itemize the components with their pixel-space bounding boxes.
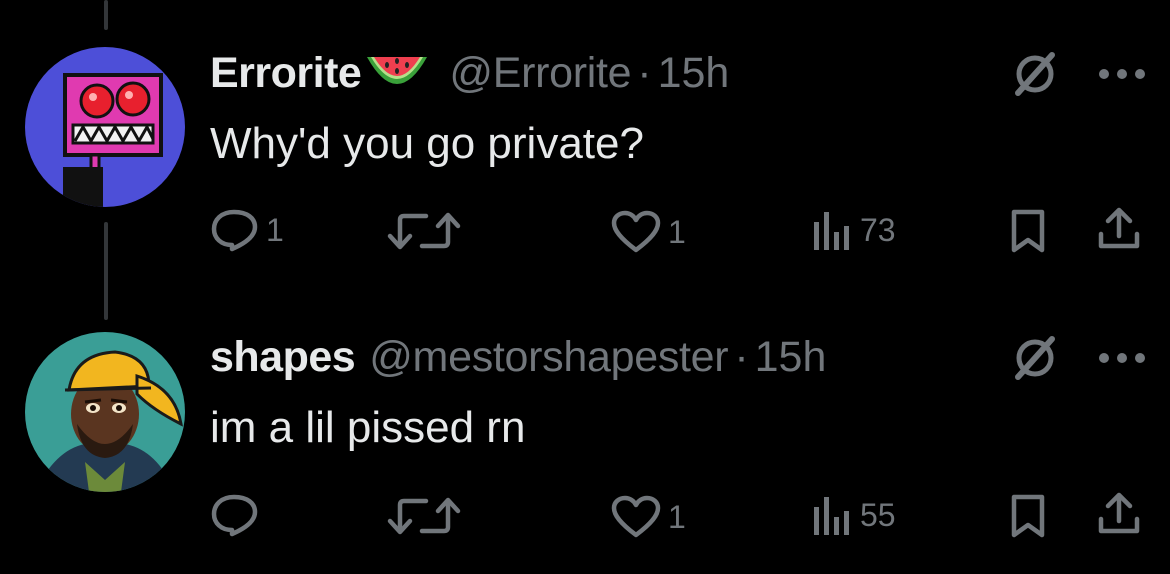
bookmark-button[interactable]: [1010, 208, 1046, 254]
bookmark-icon: [1011, 209, 1045, 253]
avatar[interactable]: [25, 332, 185, 492]
handle[interactable]: @mestorshapester: [369, 332, 728, 382]
tweet-header: shapes @mestorshapester · 15h: [210, 332, 826, 382]
more-options-icon[interactable]: [1096, 348, 1148, 368]
repost-button[interactable]: [386, 210, 468, 252]
bookmark-icon: [1011, 494, 1045, 538]
share-button[interactable]: [1096, 491, 1142, 537]
tweet-text: Why'd you go private?: [210, 119, 644, 168]
watermelon-icon: [363, 51, 431, 95]
reply-icon: [211, 494, 258, 537]
views-count: 55: [860, 496, 896, 533]
tweet-header-actions: [1012, 51, 1148, 97]
separator-dot: ·: [734, 333, 749, 381]
views-button[interactable]: 73: [812, 208, 896, 252]
tweet-header-actions: [1012, 335, 1148, 381]
analytics-icon: [814, 212, 849, 250]
grok-icon[interactable]: [1012, 51, 1058, 97]
reply-thread: Errorite @Errorite · 15h Why'd you go pr…: [0, 0, 1170, 574]
more-options-icon[interactable]: [1096, 64, 1148, 84]
avatar[interactable]: [25, 47, 185, 207]
reply-count: 1: [266, 211, 284, 248]
handle[interactable]: @Errorite: [449, 48, 631, 98]
repost-button[interactable]: [386, 495, 468, 537]
heart-icon: [611, 210, 661, 253]
separator-dot: ·: [637, 49, 652, 97]
bookmark-button[interactable]: [1010, 493, 1046, 539]
tweet-header: Errorite @Errorite · 15h: [210, 48, 729, 98]
share-icon: [1098, 492, 1140, 534]
repost-icon: [387, 212, 461, 250]
reply-button[interactable]: 1: [210, 208, 284, 252]
repost-icon: [387, 497, 461, 535]
like-count: 1: [668, 213, 686, 250]
display-name[interactable]: Errorite: [210, 48, 362, 98]
share-button[interactable]: [1096, 206, 1142, 252]
timestamp[interactable]: 15h: [755, 332, 827, 382]
share-icon: [1098, 207, 1140, 249]
analytics-icon: [814, 497, 849, 535]
views-button[interactable]: 55: [812, 493, 896, 537]
grok-icon[interactable]: [1012, 335, 1058, 381]
heart-icon: [611, 495, 661, 538]
like-button[interactable]: 1: [610, 210, 686, 254]
like-count: 1: [668, 498, 686, 535]
reply-button[interactable]: [210, 493, 266, 537]
thread-line-middle: [104, 222, 108, 320]
display-name[interactable]: shapes: [210, 332, 356, 382]
timestamp[interactable]: 15h: [658, 48, 730, 98]
thread-line-top: [104, 0, 108, 30]
views-count: 73: [860, 211, 896, 248]
reply-icon: [211, 209, 258, 252]
tweet-text: im a lil pissed rn: [210, 403, 526, 452]
like-button[interactable]: 1: [610, 495, 686, 539]
